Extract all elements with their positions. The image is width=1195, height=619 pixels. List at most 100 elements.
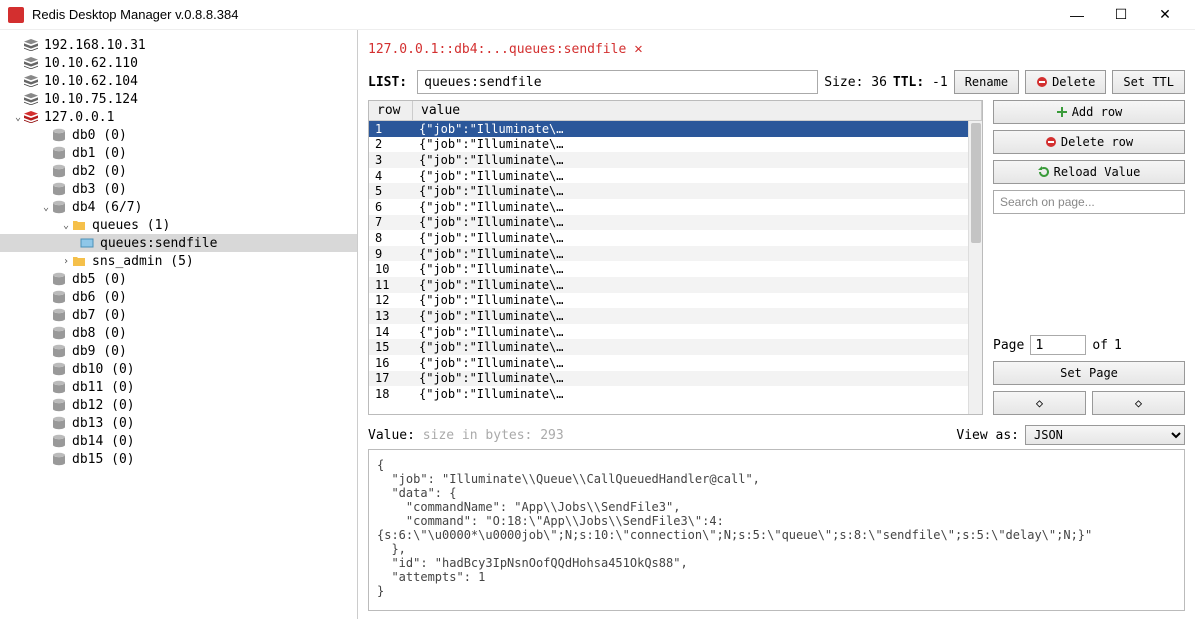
cell-value: {"job":"Illuminate\… bbox=[413, 184, 982, 198]
prev-page-button[interactable]: ◇ bbox=[993, 391, 1086, 415]
db-item[interactable]: db8 (0) bbox=[0, 324, 357, 342]
key-name-input[interactable] bbox=[417, 70, 818, 94]
server-item[interactable]: 10.10.62.110 bbox=[0, 54, 357, 72]
db-label: db15 (0) bbox=[72, 452, 135, 467]
db-item[interactable]: db2 (0) bbox=[0, 162, 357, 180]
server-item-active[interactable]: ⌄ 127.0.0.1 bbox=[0, 108, 357, 126]
table-row[interactable]: 5{"job":"Illuminate\… bbox=[369, 183, 982, 199]
db-label: db11 (0) bbox=[72, 380, 135, 395]
table-row[interactable]: 15{"job":"Illuminate\… bbox=[369, 339, 982, 355]
db-item[interactable]: db11 (0) bbox=[0, 378, 357, 396]
tab-label: 127.0.0.1::db4:...queues:sendfile bbox=[368, 42, 626, 57]
caret-down-icon: ⌄ bbox=[12, 112, 24, 123]
search-placeholder: Search on page... bbox=[1000, 195, 1095, 209]
view-as-select[interactable]: JSON bbox=[1025, 425, 1185, 445]
window-close-button[interactable]: ✕ bbox=[1143, 1, 1187, 29]
db-label: db4 (6/7) bbox=[72, 200, 142, 215]
table-row[interactable]: 13{"job":"Illuminate\… bbox=[369, 308, 982, 324]
database-icon bbox=[52, 200, 66, 214]
scrollbar[interactable] bbox=[968, 121, 982, 414]
set-page-button[interactable]: Set Page bbox=[993, 361, 1185, 385]
key-icon bbox=[80, 236, 94, 250]
key-ttl-label: TTL: -1 bbox=[893, 75, 948, 90]
table-row[interactable]: 17{"job":"Illuminate\… bbox=[369, 371, 982, 387]
delete-row-button[interactable]: Delete row bbox=[993, 130, 1185, 154]
tab-key[interactable]: 127.0.0.1::db4:...queues:sendfile ✕ bbox=[368, 41, 643, 57]
cell-row-number: 3 bbox=[369, 153, 413, 167]
cell-row-number: 12 bbox=[369, 293, 413, 307]
db-item[interactable]: db1 (0) bbox=[0, 144, 357, 162]
cell-row-number: 9 bbox=[369, 247, 413, 261]
table-row[interactable]: 14{"job":"Illuminate\… bbox=[369, 324, 982, 340]
reload-value-button[interactable]: Reload Value bbox=[993, 160, 1185, 184]
db-item[interactable]: db12 (0) bbox=[0, 396, 357, 414]
minus-icon bbox=[1036, 76, 1048, 88]
connection-tree[interactable]: 192.168.10.31 10.10.62.11010.10.62.10410.… bbox=[0, 30, 358, 619]
page-total: 1 bbox=[1114, 338, 1122, 353]
search-input[interactable]: Search on page... bbox=[993, 190, 1185, 214]
window-minimize-button[interactable]: — bbox=[1055, 1, 1099, 29]
db-label: db7 (0) bbox=[72, 308, 127, 323]
db-label: db5 (0) bbox=[72, 272, 127, 287]
tab-bar: 127.0.0.1::db4:...queues:sendfile ✕ bbox=[368, 38, 1185, 60]
db-item[interactable]: db15 (0) bbox=[0, 450, 357, 468]
cell-value: {"job":"Illuminate\… bbox=[413, 293, 982, 307]
cell-value: {"job":"Illuminate\… bbox=[413, 215, 982, 229]
db-item[interactable]: db6 (0) bbox=[0, 288, 357, 306]
refresh-icon bbox=[1038, 166, 1050, 178]
cell-value: {"job":"Illuminate\… bbox=[413, 122, 982, 136]
table-row[interactable]: 18{"job":"Illuminate\… bbox=[369, 386, 982, 402]
server-item[interactable]: 10.10.75.124 bbox=[0, 90, 357, 108]
table-row[interactable]: 7{"job":"Illuminate\… bbox=[369, 215, 982, 231]
folder-item-sns[interactable]: › sns_admin (5) bbox=[0, 252, 357, 270]
folder-label: sns_admin (5) bbox=[92, 254, 194, 269]
value-body[interactable]: { "job": "Illuminate\\Queue\\CallQueuedH… bbox=[368, 449, 1185, 611]
table-row[interactable]: 10{"job":"Illuminate\… bbox=[369, 261, 982, 277]
server-icon bbox=[24, 57, 38, 69]
server-label: 10.10.62.110 bbox=[44, 56, 138, 71]
database-icon bbox=[52, 344, 66, 358]
db-item-expanded[interactable]: ⌄ db4 (6/7) bbox=[0, 198, 357, 216]
table-row[interactable]: 9{"job":"Illuminate\… bbox=[369, 246, 982, 262]
table-row[interactable]: 16{"job":"Illuminate\… bbox=[369, 355, 982, 371]
cell-row-number: 18 bbox=[369, 387, 413, 401]
caret-right-icon: › bbox=[60, 256, 72, 267]
key-item-selected[interactable]: queues:sendfile bbox=[0, 234, 357, 252]
next-page-button[interactable]: ◇ bbox=[1092, 391, 1185, 415]
server-item[interactable]: 192.168.10.31 bbox=[0, 36, 357, 54]
delete-button[interactable]: Delete bbox=[1025, 70, 1106, 94]
database-icon bbox=[52, 398, 66, 412]
db-item[interactable]: db5 (0) bbox=[0, 270, 357, 288]
set-ttl-button[interactable]: Set TTL bbox=[1112, 70, 1185, 94]
page-input[interactable] bbox=[1030, 335, 1086, 355]
cell-row-number: 1 bbox=[369, 122, 413, 136]
add-row-button[interactable]: Add row bbox=[993, 100, 1185, 124]
db-label: db1 (0) bbox=[72, 146, 127, 161]
server-label: 192.168.10.31 bbox=[44, 38, 146, 53]
table-row[interactable]: 3{"job":"Illuminate\… bbox=[369, 152, 982, 168]
table-row[interactable]: 12{"job":"Illuminate\… bbox=[369, 293, 982, 309]
tab-close-icon[interactable]: ✕ bbox=[634, 41, 642, 57]
table-row[interactable]: 11{"job":"Illuminate\… bbox=[369, 277, 982, 293]
page-of-label: of bbox=[1092, 338, 1108, 353]
scrollbar-thumb[interactable] bbox=[971, 123, 981, 243]
table-row[interactable]: 4{"job":"Illuminate\… bbox=[369, 168, 982, 184]
db-item[interactable]: db10 (0) bbox=[0, 360, 357, 378]
table-row[interactable]: 6{"job":"Illuminate\… bbox=[369, 199, 982, 215]
server-item[interactable]: 10.10.62.104 bbox=[0, 72, 357, 90]
table-row[interactable]: 1{"job":"Illuminate\… bbox=[369, 121, 982, 137]
db-item[interactable]: db3 (0) bbox=[0, 180, 357, 198]
db-item[interactable]: db13 (0) bbox=[0, 414, 357, 432]
rename-button[interactable]: Rename bbox=[954, 70, 1019, 94]
table-row[interactable]: 2{"job":"Illuminate\… bbox=[369, 137, 982, 153]
table-row[interactable]: 8{"job":"Illuminate\… bbox=[369, 230, 982, 246]
folder-item-queues[interactable]: ⌄ queues (1) bbox=[0, 216, 357, 234]
db-item[interactable]: db9 (0) bbox=[0, 342, 357, 360]
db-item[interactable]: db0 (0) bbox=[0, 126, 357, 144]
window-maximize-button[interactable]: ☐ bbox=[1099, 1, 1143, 29]
key-size-label: Size: 36 bbox=[824, 75, 887, 90]
db-item[interactable]: db14 (0) bbox=[0, 432, 357, 450]
rows-table[interactable]: row value 1{"job":"Illuminate\…2{"job":"… bbox=[368, 100, 983, 415]
server-label: 127.0.0.1 bbox=[44, 110, 114, 125]
db-item[interactable]: db7 (0) bbox=[0, 306, 357, 324]
